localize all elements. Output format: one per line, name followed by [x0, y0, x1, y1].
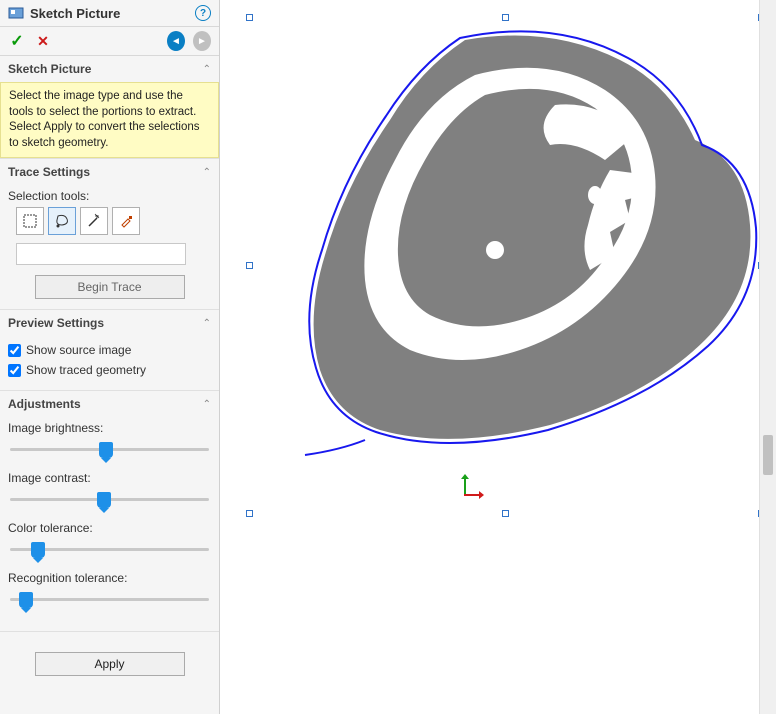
color-tolerance-slider[interactable]: [10, 541, 209, 559]
begin-trace-button[interactable]: Begin Trace: [35, 275, 185, 299]
recognition-tolerance-label: Recognition tolerance:: [8, 571, 211, 585]
y-axis-icon: [464, 478, 466, 494]
show-source-label: Show source image: [26, 343, 131, 357]
show-source-checkbox[interactable]: [8, 344, 21, 357]
graphics-area[interactable]: [220, 0, 776, 714]
lasso-select-tool[interactable]: [48, 207, 76, 235]
nav-back-button[interactable]: ◄: [167, 32, 185, 50]
selection-handle[interactable]: [246, 14, 253, 21]
chevron-up-icon: ⌃: [203, 64, 211, 75]
section-adjustments: Adjustments ⌃ Image brightness: Image co…: [0, 391, 219, 632]
section-sketch-picture: Sketch Picture ⌃ Select the image type a…: [0, 56, 219, 159]
ok-button[interactable]: ✓: [8, 32, 26, 50]
selection-handle[interactable]: [502, 510, 509, 517]
show-traced-label: Show traced geometry: [26, 363, 146, 377]
chevron-up-icon: ⌃: [203, 318, 211, 329]
section-header-sketch-picture[interactable]: Sketch Picture ⌃: [0, 56, 219, 82]
sketch-picture-icon: [8, 5, 24, 21]
recognition-tolerance-slider[interactable]: [10, 591, 209, 609]
chevron-up-icon: ⌃: [203, 399, 211, 410]
show-source-checkbox-row[interactable]: Show source image: [8, 340, 211, 360]
actions-row: ✓ ✕ ◄ ►: [0, 27, 219, 56]
selection-handle[interactable]: [246, 510, 253, 517]
vertical-scrollbar[interactable]: [759, 0, 776, 714]
selection-handle[interactable]: [246, 262, 253, 269]
sketch-image[interactable]: [220, 0, 776, 714]
section-trace-settings: Trace Settings ⌃ Selection tools: B: [0, 159, 219, 310]
color-tolerance-label: Color tolerance:: [8, 521, 211, 535]
chevron-up-icon: ⌃: [203, 167, 211, 178]
selection-tools-label: Selection tools:: [8, 189, 211, 203]
show-traced-checkbox-row[interactable]: Show traced geometry: [8, 360, 211, 380]
panel-header: Sketch Picture ?: [0, 0, 219, 27]
tool-row: [16, 207, 211, 235]
section-header-trace[interactable]: Trace Settings ⌃: [0, 159, 219, 185]
property-panel: Sketch Picture ? ✓ ✕ ◄ ► Sketch Picture …: [0, 0, 220, 714]
section-header-adjustments[interactable]: Adjustments ⌃: [0, 391, 219, 417]
section-header-preview[interactable]: Preview Settings ⌃: [0, 310, 219, 336]
panel-title: Sketch Picture: [30, 6, 195, 21]
hint-message: Select the image type and use the tools …: [0, 82, 219, 158]
selection-handle[interactable]: [502, 14, 509, 21]
contrast-label: Image contrast:: [8, 471, 211, 485]
scrollbar-thumb[interactable]: [763, 435, 773, 475]
brightness-label: Image brightness:: [8, 421, 211, 435]
eyedropper-tool[interactable]: [112, 207, 140, 235]
rectangle-select-tool[interactable]: [16, 207, 44, 235]
cancel-button[interactable]: ✕: [34, 32, 52, 50]
brightness-slider[interactable]: [10, 441, 209, 459]
help-icon[interactable]: ?: [195, 5, 211, 21]
show-traced-checkbox[interactable]: [8, 364, 21, 377]
section-preview-settings: Preview Settings ⌃ Show source image Sho…: [0, 310, 219, 391]
contrast-slider[interactable]: [10, 491, 209, 509]
x-axis-icon: [464, 494, 480, 496]
selection-preview-field[interactable]: [16, 243, 186, 265]
nav-forward-button: ►: [193, 32, 211, 50]
apply-button[interactable]: Apply: [35, 652, 185, 676]
magic-wand-tool[interactable]: [80, 207, 108, 235]
